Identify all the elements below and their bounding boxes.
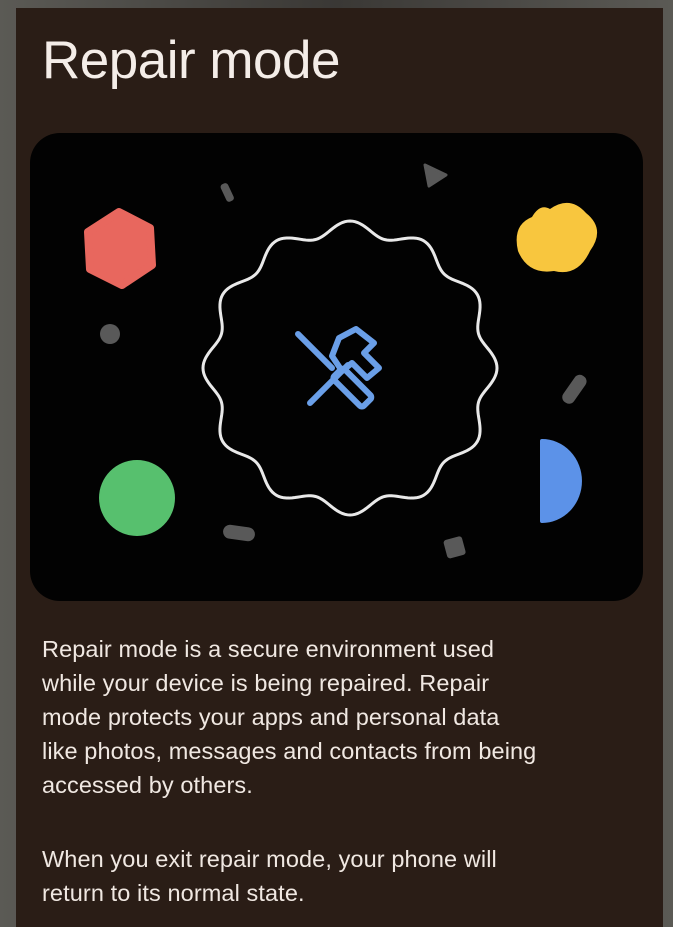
repair-tools-icon <box>295 326 382 410</box>
green-circle <box>99 460 175 536</box>
exit-note-line: return to its normal state. <box>42 880 305 906</box>
exit-repair-mode-note: When you exit repair mode, your phone wi… <box>42 842 642 910</box>
page-title: Repair mode <box>42 31 340 90</box>
description-line: Repair mode is a secure environment used <box>42 636 495 662</box>
confetti-triangle <box>423 163 448 188</box>
repair-mode-description: Repair mode is a secure environment used… <box>42 632 642 802</box>
blue-half-circle <box>540 439 582 523</box>
repair-mode-illustration <box>30 133 643 601</box>
exit-note-line: When you exit repair mode, your phone wi… <box>42 846 497 872</box>
repair-mode-screen: Repair mode Repair mode is a secure envi… <box>16 8 663 927</box>
description-line: accessed by others. <box>42 772 253 798</box>
red-hexagon <box>84 208 156 289</box>
confetti-dash <box>220 183 234 202</box>
description-line: mode protects your apps and personal dat… <box>42 704 500 730</box>
yellow-squircle <box>516 202 598 273</box>
confetti-square <box>443 536 466 559</box>
illustration-graphic <box>84 163 598 559</box>
confetti-capsule <box>562 374 587 404</box>
confetti-dot <box>100 324 120 344</box>
description-line: like photos, messages and contacts from … <box>42 738 537 764</box>
description-line: while your device is being repaired. Rep… <box>42 670 490 696</box>
confetti-pill <box>223 524 255 542</box>
